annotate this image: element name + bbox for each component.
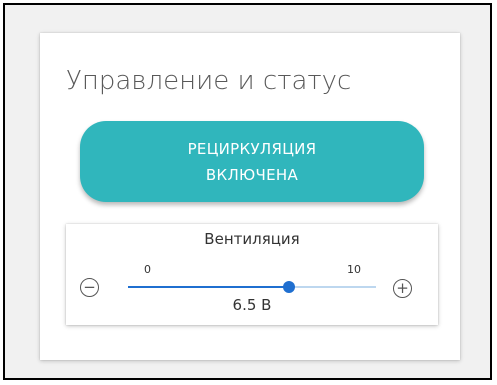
ventilation-slider-fill [128,286,290,288]
panel-title: Управление и статус [66,66,352,96]
recirculation-toggle-button[interactable]: РЕЦИРКУЛЯЦИЯ ВКЛЮЧЕНА [80,121,424,202]
recirculation-label: РЕЦИРКУЛЯЦИЯ ВКЛЮЧЕНА [187,139,317,184]
ventilation-slider-track[interactable] [128,286,376,288]
slider-min-label: 0 [144,263,151,276]
plus-circle-icon[interactable]: + [393,279,412,298]
ventilation-value: 6.5 В [232,296,272,314]
slider-max-label: 10 [347,263,361,276]
minus-circle-icon[interactable]: − [80,278,99,297]
ventilation-title: Вентиляция [204,230,300,248]
